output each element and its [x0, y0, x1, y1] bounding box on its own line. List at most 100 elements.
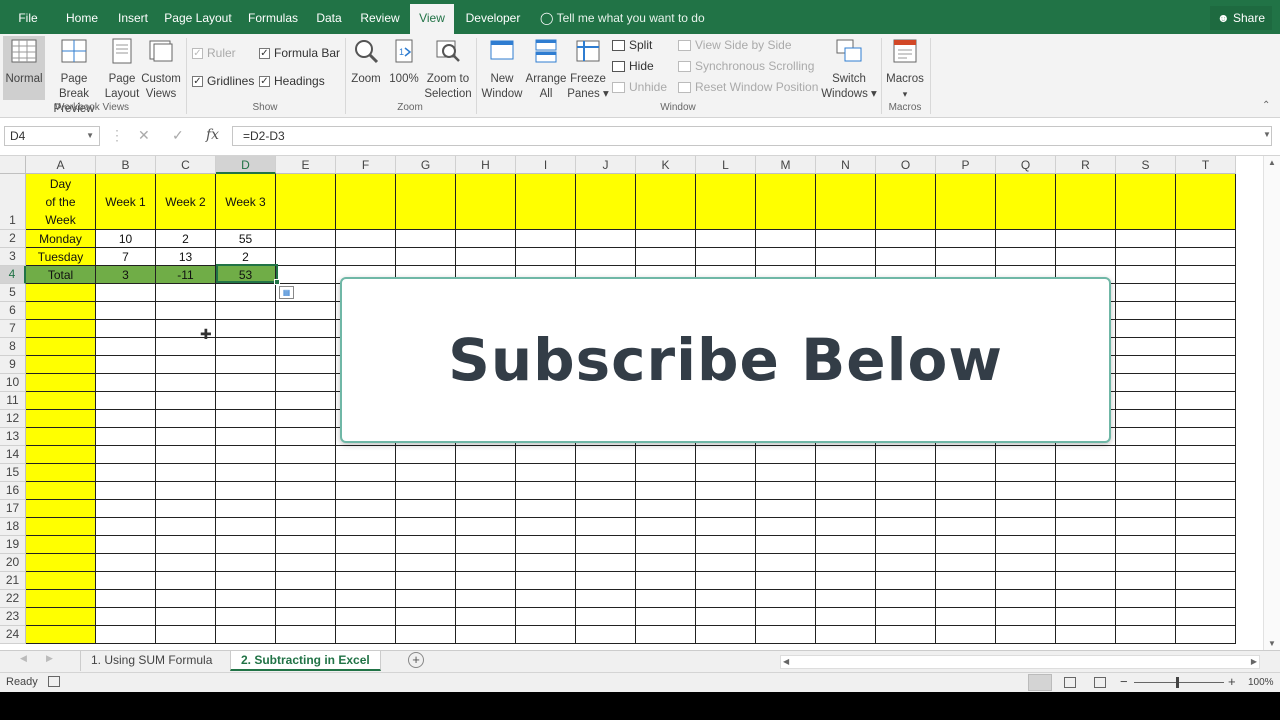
cell-t19[interactable]	[1176, 536, 1236, 554]
column-header-e[interactable]: E	[276, 156, 336, 174]
cell-l1[interactable]	[696, 174, 756, 230]
cell-f17[interactable]	[336, 500, 396, 518]
cell-a7[interactable]	[26, 320, 96, 338]
cell-a14[interactable]	[26, 446, 96, 464]
cell-q22[interactable]	[996, 590, 1056, 608]
cell-t17[interactable]	[1176, 500, 1236, 518]
cancel-icon[interactable]: ✕	[138, 127, 150, 144]
row-header-8[interactable]: 8	[0, 338, 26, 356]
cell-s18[interactable]	[1116, 518, 1176, 536]
cell-h14[interactable]	[456, 446, 516, 464]
cell-p22[interactable]	[936, 590, 996, 608]
formula-bar-checkbox[interactable]: ✓ Formula Bar	[259, 46, 340, 60]
cell-k16[interactable]	[636, 482, 696, 500]
cell-b16[interactable]	[96, 482, 156, 500]
cell-k15[interactable]	[636, 464, 696, 482]
cell-b14[interactable]	[96, 446, 156, 464]
cell-e2[interactable]	[276, 230, 336, 248]
cell-d18[interactable]	[216, 518, 276, 536]
cell-d7[interactable]	[216, 320, 276, 338]
cell-h19[interactable]	[456, 536, 516, 554]
cell-a13[interactable]	[26, 428, 96, 446]
cell-n2[interactable]	[816, 230, 876, 248]
row-header-13[interactable]: 13	[0, 428, 26, 446]
cell-d2[interactable]: 55	[216, 230, 276, 248]
cell-t9[interactable]	[1176, 356, 1236, 374]
cell-d11[interactable]	[216, 392, 276, 410]
reset-window-position-button[interactable]: Reset Window Position	[678, 80, 818, 94]
cell-g1[interactable]	[396, 174, 456, 230]
cell-o1[interactable]	[876, 174, 936, 230]
cell-s3[interactable]	[1116, 248, 1176, 266]
cell-n20[interactable]	[816, 554, 876, 572]
arrange-all-button[interactable]: Arrange All	[524, 36, 568, 102]
cell-s9[interactable]	[1116, 356, 1176, 374]
cell-k22[interactable]	[636, 590, 696, 608]
cell-n16[interactable]	[816, 482, 876, 500]
cell-h17[interactable]	[456, 500, 516, 518]
cell-l20[interactable]	[696, 554, 756, 572]
cell-i3[interactable]	[516, 248, 576, 266]
cell-e11[interactable]	[276, 392, 336, 410]
cell-b18[interactable]	[96, 518, 156, 536]
cell-n14[interactable]	[816, 446, 876, 464]
cell-b5[interactable]	[96, 284, 156, 302]
cell-d14[interactable]	[216, 446, 276, 464]
gridlines-checkbox[interactable]: ✓ Gridlines	[192, 74, 254, 88]
cell-g14[interactable]	[396, 446, 456, 464]
cell-f19[interactable]	[336, 536, 396, 554]
cell-e22[interactable]	[276, 590, 336, 608]
cell-b10[interactable]	[96, 374, 156, 392]
cell-l17[interactable]	[696, 500, 756, 518]
cell-j21[interactable]	[576, 572, 636, 590]
cell-j2[interactable]	[576, 230, 636, 248]
cell-d8[interactable]	[216, 338, 276, 356]
cell-e10[interactable]	[276, 374, 336, 392]
cell-t23[interactable]	[1176, 608, 1236, 626]
scroll-up-icon[interactable]: ▲	[1268, 158, 1276, 167]
cell-h18[interactable]	[456, 518, 516, 536]
cell-e15[interactable]	[276, 464, 336, 482]
cell-n24[interactable]	[816, 626, 876, 644]
column-header-h[interactable]: H	[456, 156, 516, 174]
cell-s12[interactable]	[1116, 410, 1176, 428]
row-header-5[interactable]: 5	[0, 284, 26, 302]
cell-d21[interactable]	[216, 572, 276, 590]
cell-q15[interactable]	[996, 464, 1056, 482]
cell-e7[interactable]	[276, 320, 336, 338]
cell-b7[interactable]	[96, 320, 156, 338]
cell-d22[interactable]	[216, 590, 276, 608]
cell-s8[interactable]	[1116, 338, 1176, 356]
cell-h20[interactable]	[456, 554, 516, 572]
cell-p15[interactable]	[936, 464, 996, 482]
fill-handle[interactable]	[274, 279, 280, 285]
cell-j16[interactable]	[576, 482, 636, 500]
cell-b19[interactable]	[96, 536, 156, 554]
row-header-15[interactable]: 15	[0, 464, 26, 482]
cell-e13[interactable]	[276, 428, 336, 446]
add-sheet-button[interactable]: +	[408, 652, 424, 668]
cell-a18[interactable]	[26, 518, 96, 536]
cell-e6[interactable]	[276, 302, 336, 320]
cell-s1[interactable]	[1116, 174, 1176, 230]
cell-f24[interactable]	[336, 626, 396, 644]
cell-t22[interactable]	[1176, 590, 1236, 608]
cell-i14[interactable]	[516, 446, 576, 464]
cell-o22[interactable]	[876, 590, 936, 608]
cell-t16[interactable]	[1176, 482, 1236, 500]
share-button[interactable]: ☻ Share	[1210, 6, 1272, 30]
cell-b8[interactable]	[96, 338, 156, 356]
cell-b3[interactable]: 7	[96, 248, 156, 266]
cell-m22[interactable]	[756, 590, 816, 608]
cell-l16[interactable]	[696, 482, 756, 500]
select-all-corner[interactable]	[0, 156, 26, 174]
cell-g19[interactable]	[396, 536, 456, 554]
row-header-24[interactable]: 24	[0, 626, 26, 644]
cell-s10[interactable]	[1116, 374, 1176, 392]
cell-o3[interactable]	[876, 248, 936, 266]
cell-s13[interactable]	[1116, 428, 1176, 446]
column-header-i[interactable]: I	[516, 156, 576, 174]
custom-views-button[interactable]: Custom Views	[140, 36, 182, 102]
row-header-17[interactable]: 17	[0, 500, 26, 518]
cell-b21[interactable]	[96, 572, 156, 590]
